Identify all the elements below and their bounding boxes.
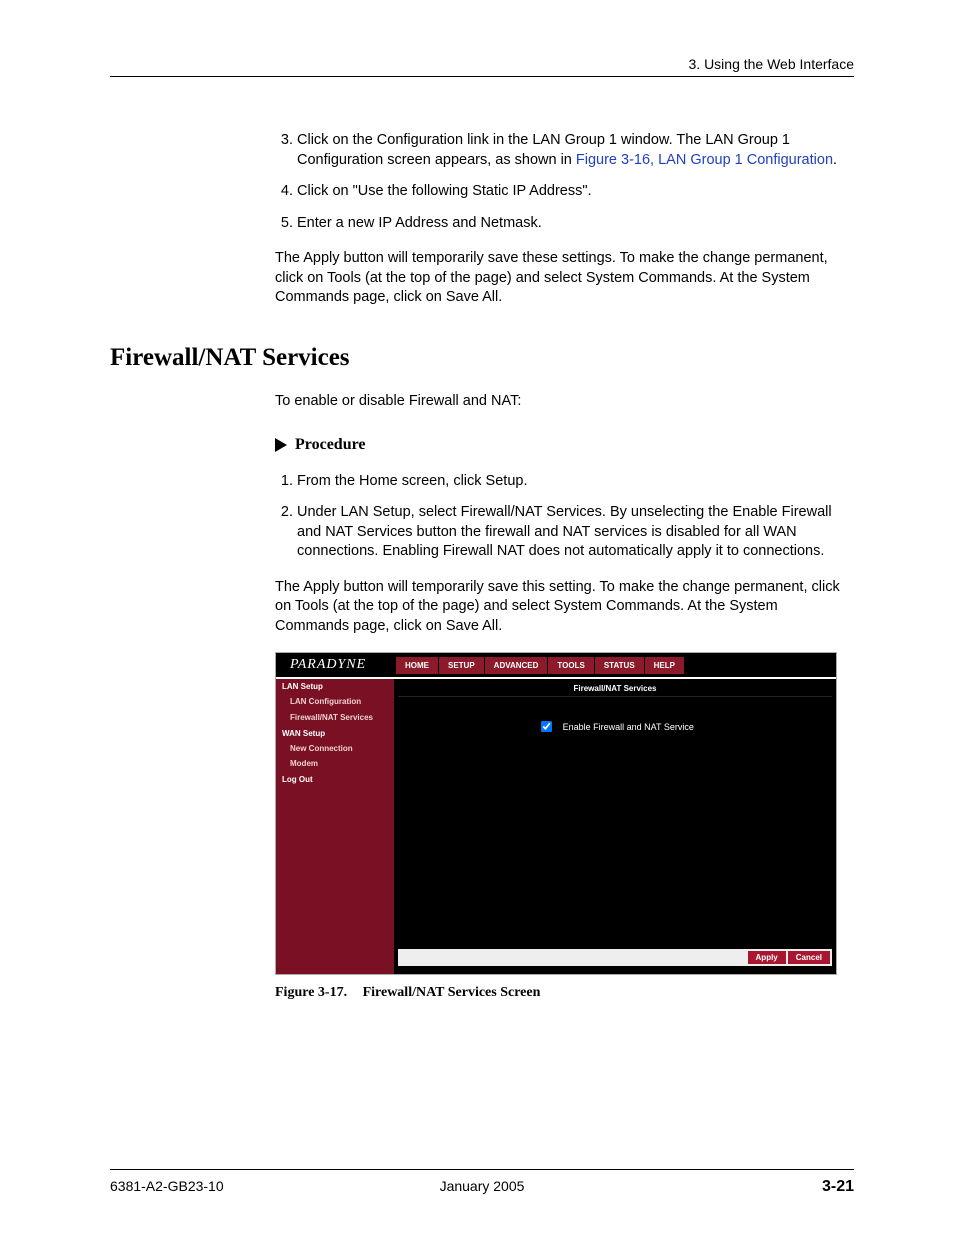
sidebar-firewall-nat[interactable]: Firewall/NAT Services [276,710,394,726]
step-text: Under LAN Setup, select Firewall/NAT Ser… [297,504,832,559]
sidebar-wan-setup[interactable]: WAN Setup [276,726,394,741]
step-b2: Under LAN Setup, select Firewall/NAT Ser… [297,503,854,562]
figure-caption: Figure 3-17. Firewall/NAT Services Scree… [275,985,854,1001]
footer-docnum: 6381-A2-GB23-10 [110,1178,358,1196]
figure-link[interactable]: Figure 3-16, LAN Group 1 Configuration [576,152,833,168]
step-3: Click on the Configuration link in the L… [297,131,854,170]
section-heading: Firewall/NAT Services [110,344,854,372]
figure-screenshot: PARADYNE HOME SETUP ADVANCED TOOLS STATU… [275,652,837,975]
procedure-marker: Procedure [275,436,854,454]
panel-content: Enable Firewall and NAT Service [398,703,832,947]
tab-help[interactable]: HELP [645,657,684,674]
step-text-post: . [833,152,837,168]
figure-top-bar: PARADYNE HOME SETUP ADVANCED TOOLS STATU… [276,653,836,677]
sidebar-lan-setup[interactable]: LAN Setup [276,679,394,694]
triangle-icon [275,438,287,452]
figure-title: Firewall/NAT Services Screen [363,985,541,1000]
steps-block-b: From the Home screen, click Setup. Under… [275,472,854,637]
sidebar-lan-configuration[interactable]: LAN Configuration [276,694,394,710]
figure-sidebar: LAN Setup LAN Configuration Firewall/NAT… [276,679,394,974]
sidebar-modem[interactable]: Modem [276,756,394,772]
tab-advanced[interactable]: ADVANCED [485,657,548,674]
procedure-label: Procedure [295,436,366,454]
sidebar-fill [276,787,394,947]
apply-button[interactable]: Apply [748,951,786,964]
step-b1: From the Home screen, click Setup. [297,472,854,492]
section-intro: To enable or disable Firewall and NAT: [275,392,854,412]
step-4: Click on "Use the following Static IP Ad… [297,182,854,202]
section-intro-block: To enable or disable Firewall and NAT: [275,392,854,412]
enable-firewall-label: Enable Firewall and NAT Service [563,722,694,732]
sidebar-new-connection[interactable]: New Connection [276,741,394,757]
step-5: Enter a new IP Address and Netmask. [297,214,854,234]
button-bar: Apply Cancel [398,949,832,966]
step-text: From the Home screen, click Setup. [297,473,527,489]
tab-tools[interactable]: TOOLS [548,657,593,674]
footer-date: January 2005 [358,1178,606,1196]
step-text: Click on "Use the following Static IP Ad… [297,183,592,199]
figure-body: LAN Setup LAN Configuration Firewall/NAT… [276,677,836,974]
paragraph-save-note-a: The Apply button will temporarily save t… [275,249,854,308]
cancel-button[interactable]: Cancel [788,951,830,964]
paragraph-save-note-b: The Apply button will temporarily save t… [275,578,854,637]
figure-number: Figure 3-17. [275,985,347,1000]
footer-page: 3-21 [606,1178,854,1196]
page-header: 3. Using the Web Interface [110,56,854,77]
page-footer: 6381-A2-GB23-10 January 2005 3-21 [110,1169,854,1196]
chapter-title: 3. Using the Web Interface [689,56,855,72]
panel-title: Firewall/NAT Services [398,681,832,697]
step-text: Enter a new IP Address and Netmask. [297,215,542,231]
figure-main-pane: Firewall/NAT Services Enable Firewall an… [394,679,836,974]
nav-tabs: HOME SETUP ADVANCED TOOLS STATUS HELP [396,657,684,674]
tab-setup[interactable]: SETUP [439,657,484,674]
tab-status[interactable]: STATUS [595,657,644,674]
enable-firewall-checkbox[interactable] [541,721,552,732]
tab-home[interactable]: HOME [396,657,438,674]
sidebar-log-out[interactable]: Log Out [276,772,394,787]
brand-logo: PARADYNE [276,657,396,673]
steps-block-a: Click on the Configuration link in the L… [275,131,854,308]
